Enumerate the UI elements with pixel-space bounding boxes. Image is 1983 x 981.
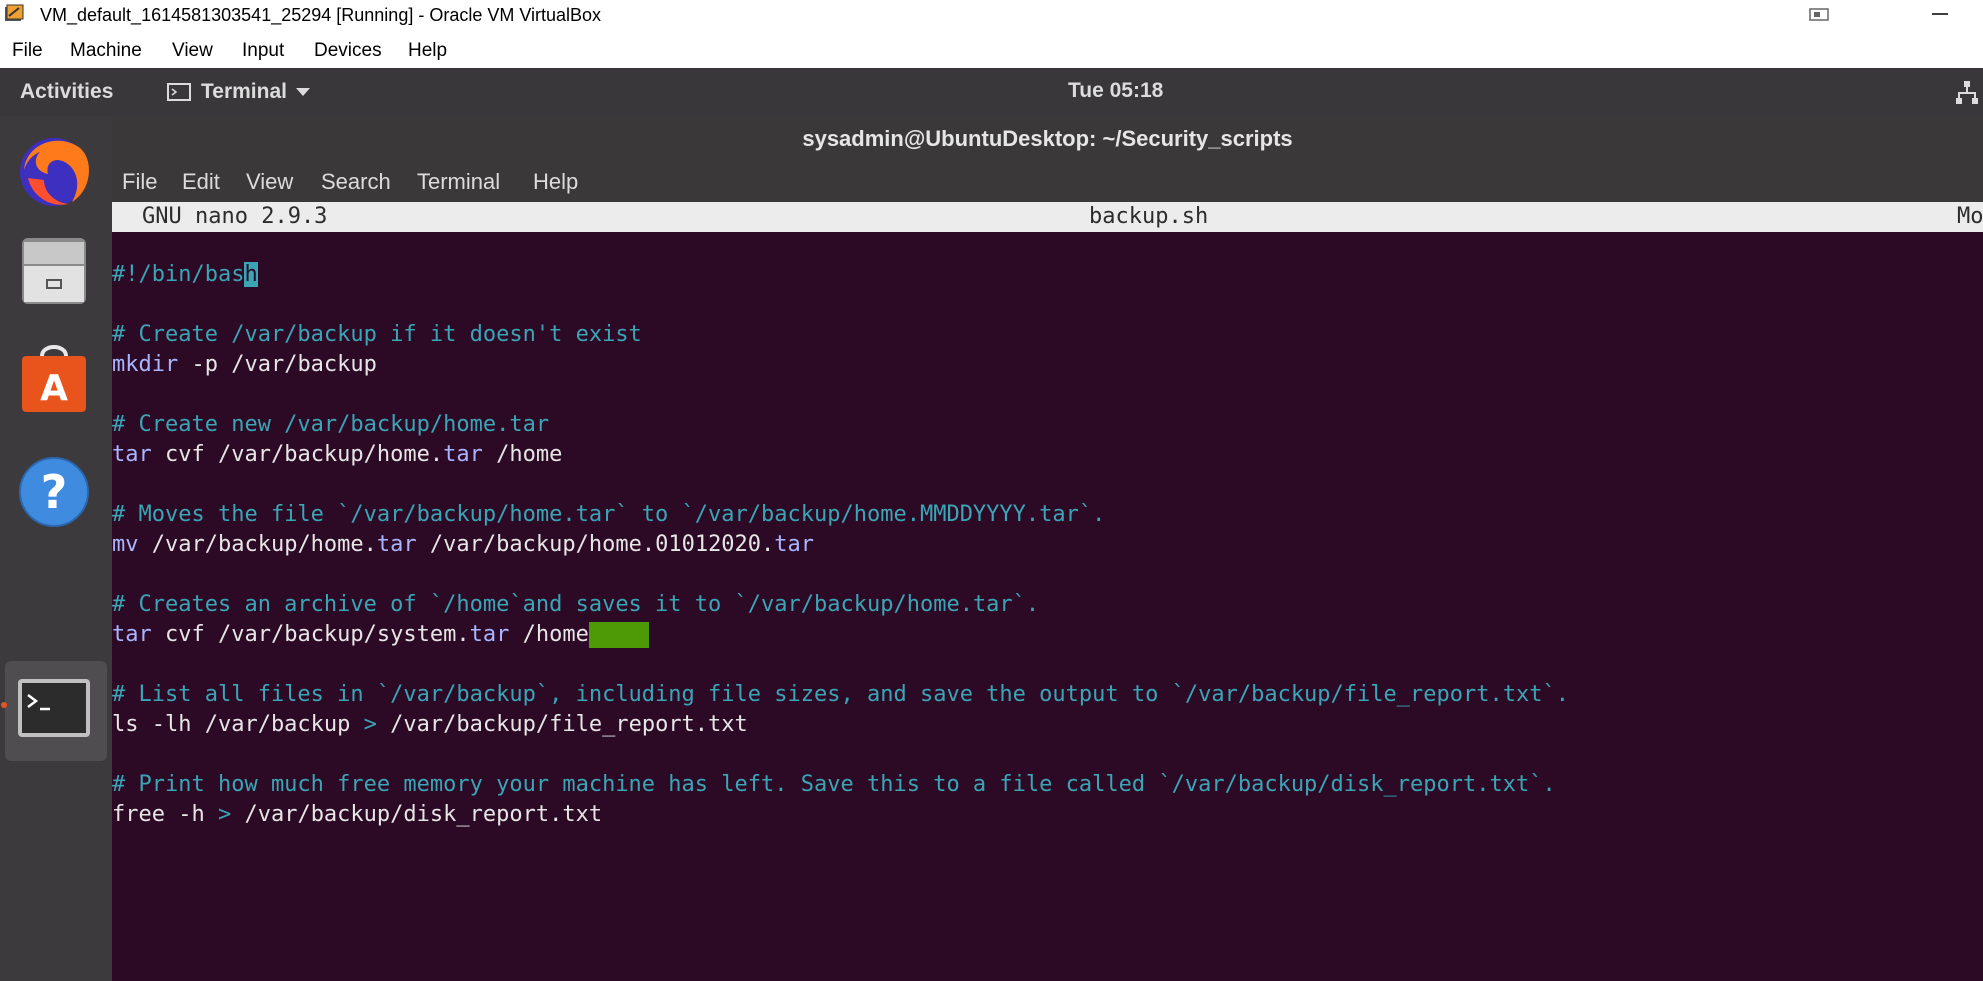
terminal-app-menu[interactable]: Terminal (167, 80, 311, 104)
code-line: mv /var/backup/home.tar /var/backup/home… (112, 532, 814, 557)
code-operator: > (363, 712, 377, 737)
code-args: /var/backup/home. (138, 532, 377, 557)
code-args: /var/backup/disk_report.txt (231, 802, 603, 827)
code-args: -p /var/backup (178, 352, 377, 377)
code-args: cvf /var/backup/system. (151, 622, 470, 647)
code-keyword: tar (774, 532, 815, 557)
code-args: /home (482, 442, 563, 467)
code-args: /var/backup/file_report.txt (376, 712, 748, 737)
restore-icon[interactable] (1808, 6, 1832, 22)
menu-file[interactable]: File (12, 40, 43, 62)
terminal-menu-file[interactable]: File (122, 169, 157, 195)
code-comment: # List all files in `/var/backup`, inclu… (112, 682, 1569, 707)
files-icon[interactable] (14, 230, 94, 310)
code-line: free -h > /var/backup/disk_report.txt (112, 802, 602, 827)
virtualbox-menubar: File Machine View Input Devices Help (0, 30, 1983, 68)
terminal-menu-help[interactable]: Help (533, 169, 578, 195)
nano-status: Mo (1957, 204, 1983, 229)
chevron-down-icon (295, 88, 310, 96)
svg-text:?: ? (41, 465, 68, 519)
code-args: ls -lh /var/backup (112, 712, 364, 737)
code-args: cvf /var/backup/home. (151, 442, 444, 467)
terminal-menu-terminal[interactable]: Terminal (417, 169, 500, 195)
code-comment: # Create new /var/backup/home.tar (112, 412, 550, 437)
virtualbox-app-icon (5, 4, 24, 21)
terminal-menu-search[interactable]: Search (321, 169, 391, 195)
ubuntu-top-bar: Activities Terminal Tue 05:18 (0, 68, 1983, 116)
code-comment: # Create /var/backup if it doesn't exist (112, 322, 642, 347)
menu-help[interactable]: Help (408, 40, 447, 62)
code-command: tar (112, 442, 152, 467)
terminal-small-icon (167, 83, 191, 101)
code-command: tar (112, 622, 152, 647)
code-comment: # Print how much free memory your machin… (112, 772, 1556, 797)
code-keyword: tar (443, 442, 483, 467)
code-line: #!/bin/bash (112, 262, 258, 287)
terminal-menu-edit[interactable]: Edit (182, 169, 220, 195)
code-line: tar cvf /var/backup/home.tar /home (112, 442, 562, 467)
firefox-icon[interactable] (14, 130, 94, 210)
terminal-app-label: Terminal (201, 80, 287, 103)
code-command: mv (112, 532, 139, 557)
terminal-icon[interactable] (14, 669, 94, 749)
text-cursor: h (244, 262, 258, 287)
code-operator: > (217, 802, 232, 827)
running-indicator (1, 702, 7, 708)
window-title: VM_default_1614581303541_25294 [Running]… (40, 5, 602, 25)
svg-text:A: A (40, 368, 68, 409)
nano-header-bar: GNU nano 2.9.3 backup.sh Mo (112, 202, 1983, 232)
menu-input[interactable]: Input (242, 40, 284, 62)
terminal-titlebar: sysadmin@UbuntuDesktop: ~/Security_scrip… (112, 116, 1983, 160)
code-args: /home (509, 622, 589, 647)
menu-devices[interactable]: Devices (314, 40, 382, 62)
code-comment: #!/bin/bas (112, 262, 245, 287)
software-center-icon[interactable]: A (14, 338, 94, 418)
code-line: ls -lh /var/backup > /var/backup/file_re… (112, 712, 748, 737)
code-line: mkdir -p /var/backup (112, 352, 377, 377)
code-command: mkdir (112, 352, 179, 377)
terminal-menu-view[interactable]: View (246, 169, 293, 195)
activities-button[interactable]: Activities (20, 80, 113, 104)
virtualbox-titlebar: VM_default_1614581303541_25294 [Running]… (0, 0, 1983, 30)
code-comment: # Creates an archive of `/home`and saves… (112, 592, 1040, 617)
dock: A ? (0, 116, 112, 981)
menu-view[interactable]: View (172, 40, 213, 62)
code-line: tar cvf /var/backup/system.tar /home (112, 622, 649, 648)
trailing-whitespace-highlight (588, 622, 649, 648)
clock[interactable]: Tue 05:18 (1068, 79, 1163, 103)
terminal-title: sysadmin@UbuntuDesktop: ~/Security_scrip… (802, 126, 1293, 151)
terminal-content[interactable]: GNU nano 2.9.3 backup.sh Mo #!/bin/bash … (112, 202, 1983, 981)
code-keyword: tar (376, 532, 417, 557)
help-icon[interactable]: ? (14, 452, 94, 532)
network-icon[interactable] (1955, 80, 1979, 106)
nano-filename: backup.sh (1089, 204, 1209, 229)
terminal-menubar: File Edit View Search Terminal Help (112, 160, 1983, 202)
code-keyword: tar (469, 622, 510, 647)
code-args: /var/backup/home.01012020. (416, 532, 775, 557)
minimize-icon[interactable] (1930, 6, 1950, 22)
nano-version: GNU nano 2.9.3 (142, 204, 328, 229)
code-comment: # Moves the file `/var/backup/home.tar` … (112, 502, 1106, 527)
menu-machine[interactable]: Machine (70, 40, 142, 62)
code-args: free -h (112, 802, 218, 827)
